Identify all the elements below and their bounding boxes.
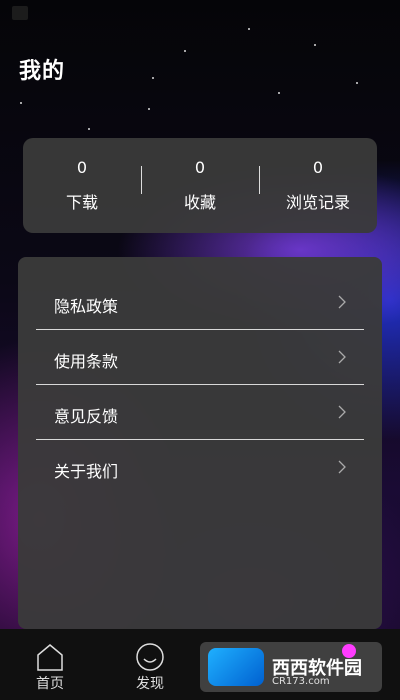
stat-favorites[interactable]: 0 收藏 xyxy=(141,138,259,233)
status-bar xyxy=(0,0,400,28)
stat-history[interactable]: 0 浏览记录 xyxy=(259,138,377,233)
tab-label: 首页 xyxy=(36,676,64,692)
menu-item-terms-of-use[interactable]: 使用条款 xyxy=(36,330,364,385)
page-title: 我的 xyxy=(19,59,66,84)
watermark-logo-icon xyxy=(208,648,264,686)
watermark-url: CR173.com xyxy=(272,676,330,687)
menu-item-label: 使用条款 xyxy=(54,352,119,371)
menu-item-about-us[interactable]: 关于我们 xyxy=(36,440,364,494)
menu-item-label: 隐私政策 xyxy=(54,297,119,316)
menu-item-feedback[interactable]: 意见反馈 xyxy=(36,385,364,440)
stat-count: 0 xyxy=(312,158,324,177)
settings-menu: 隐私政策 使用条款 意见反馈 关于我们 xyxy=(18,257,382,629)
notification-dot xyxy=(342,644,356,658)
tab-home[interactable]: 首页 xyxy=(10,629,90,700)
chevron-right-icon xyxy=(338,295,346,309)
status-bar-icon xyxy=(12,6,28,20)
stat-downloads[interactable]: 0 下载 xyxy=(23,138,141,233)
stat-label: 浏览记录 xyxy=(285,193,350,212)
menu-item-label: 关于我们 xyxy=(54,462,119,481)
stats-card: 0 下载 0 收藏 0 浏览记录 xyxy=(23,138,377,233)
stat-label: 下载 xyxy=(65,193,98,212)
chevron-right-icon xyxy=(338,350,346,364)
stat-count: 0 xyxy=(194,158,206,177)
tab-label: 发现 xyxy=(136,676,164,692)
stat-count: 0 xyxy=(76,158,88,177)
chevron-right-icon xyxy=(338,460,346,474)
divider xyxy=(141,166,142,194)
chevron-right-icon xyxy=(338,405,346,419)
divider xyxy=(259,166,260,194)
stat-label: 收藏 xyxy=(183,193,216,212)
menu-item-label: 意见反馈 xyxy=(54,407,119,426)
home-icon xyxy=(37,644,63,671)
smile-icon xyxy=(136,643,164,671)
menu-item-privacy-policy[interactable]: 隐私政策 xyxy=(36,275,364,330)
tab-discover[interactable]: 发现 xyxy=(110,629,190,700)
